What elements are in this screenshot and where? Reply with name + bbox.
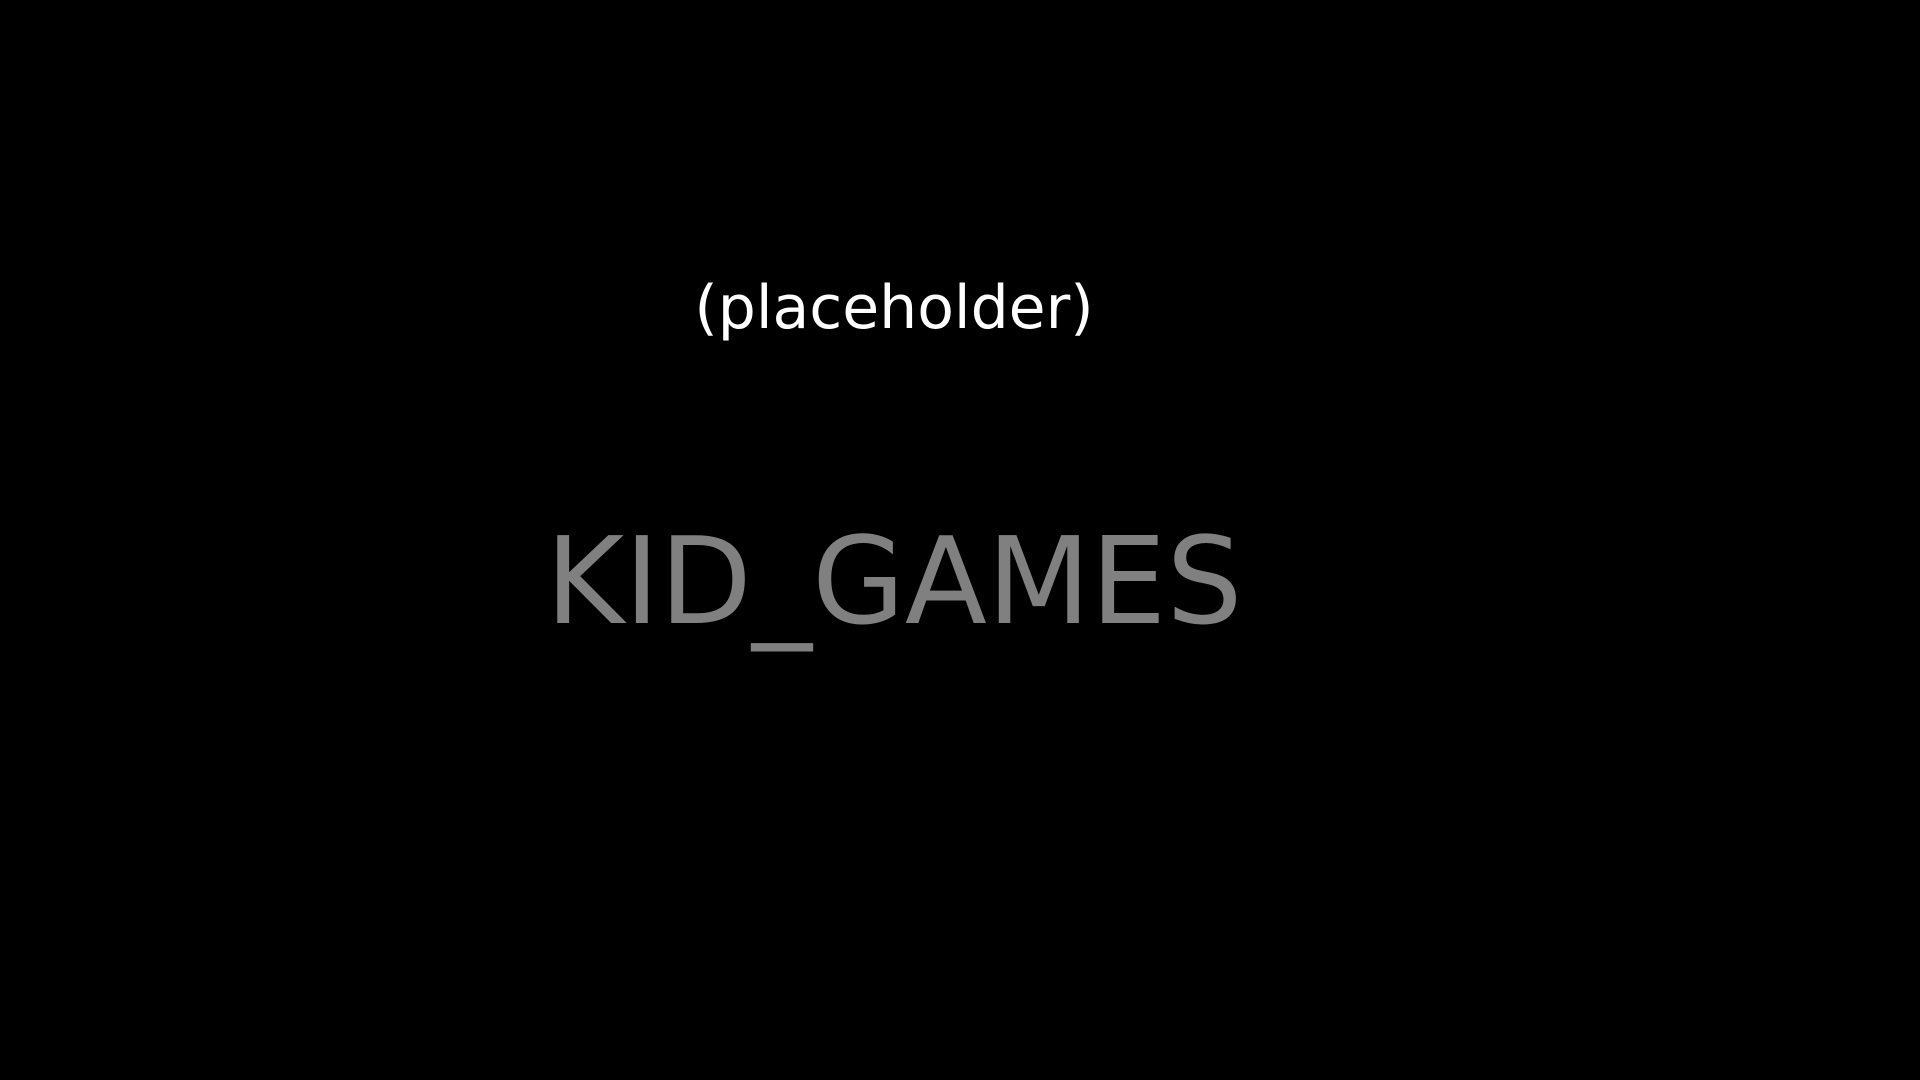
title-screen: (placeholder) KID_GAMES (0, 0, 1920, 1080)
game-title: KID_GAMES (545, 513, 1243, 652)
placeholder-label: (placeholder) (694, 273, 1094, 343)
